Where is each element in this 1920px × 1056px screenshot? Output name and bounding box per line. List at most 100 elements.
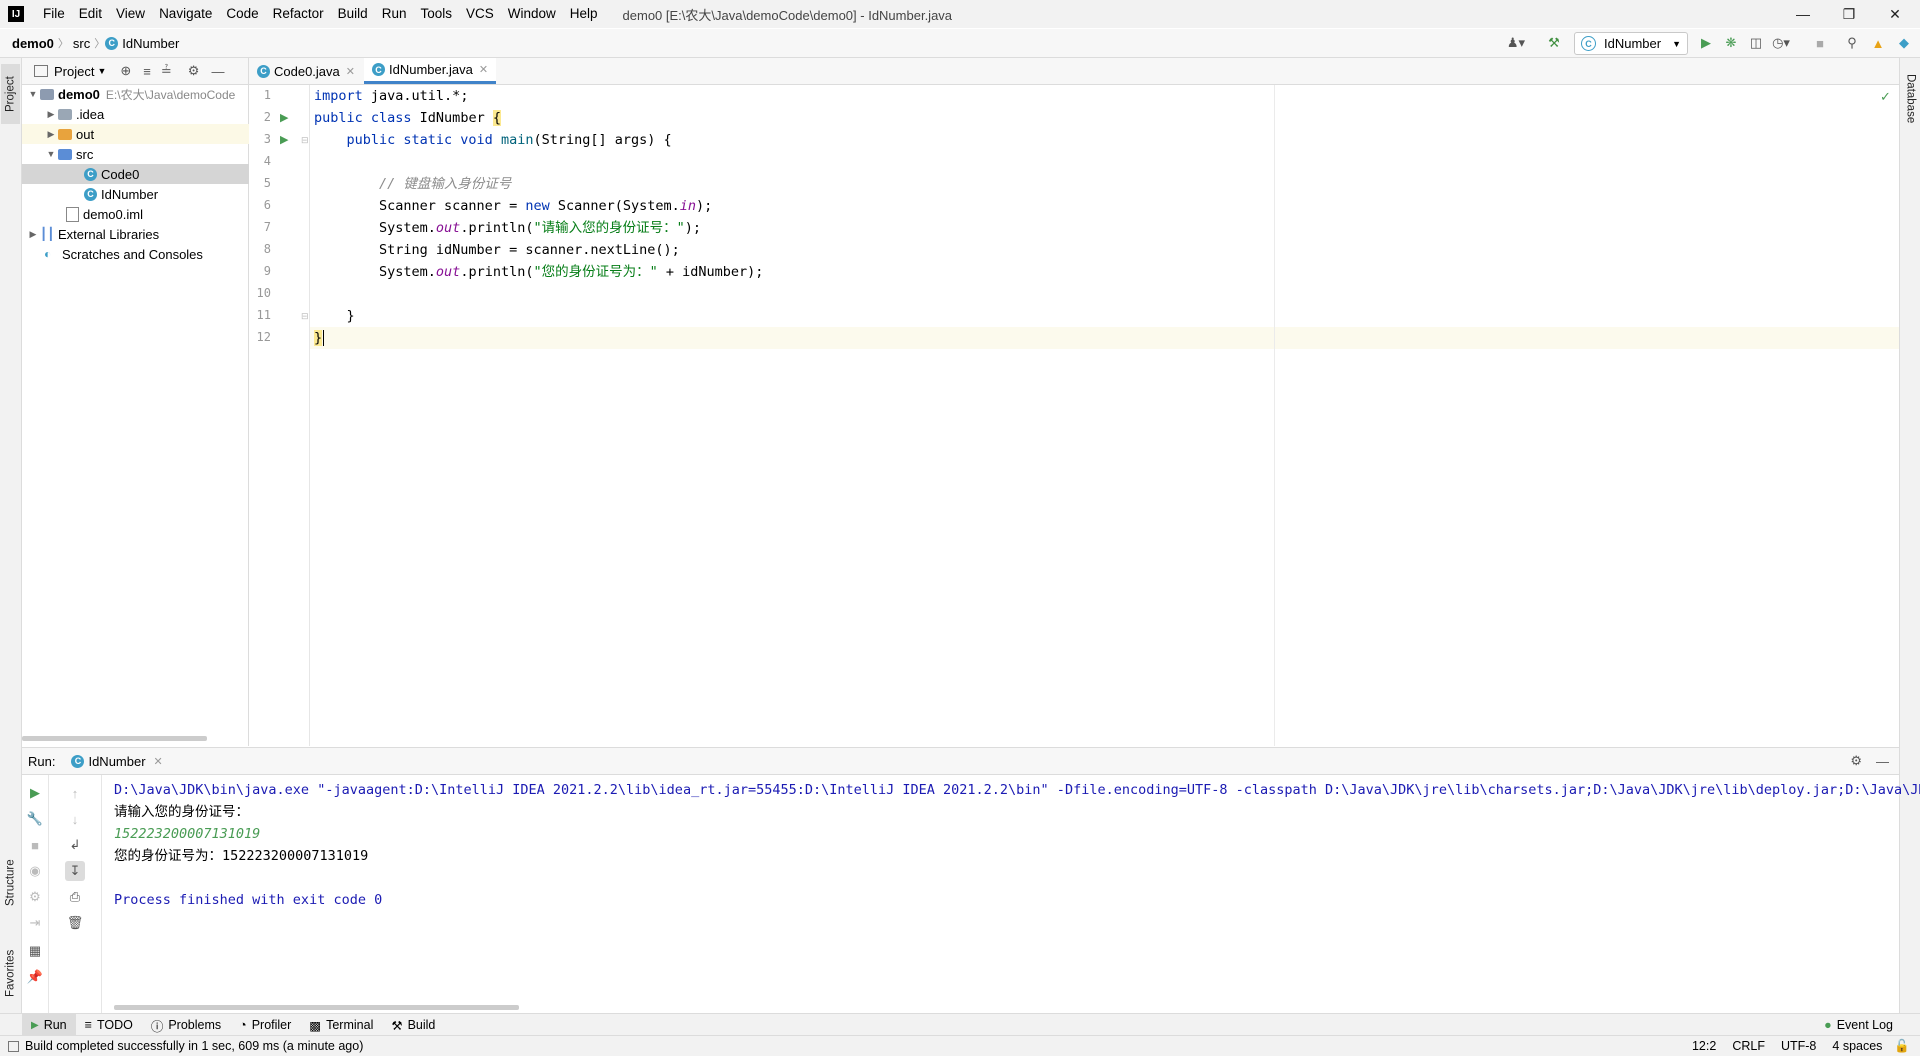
hide-panel-icon[interactable]: — — [211, 64, 224, 79]
status-message[interactable]: Build completed successfully in 1 sec, 6… — [25, 1039, 363, 1053]
tab-code0-java[interactable]: C Code0.java ✕ — [249, 58, 363, 84]
chevron-down-icon[interactable]: ▼ — [44, 149, 58, 159]
chevron-right-icon[interactable]: ▶ — [44, 129, 58, 140]
collapse-all-icon[interactable]: ≟ — [161, 63, 172, 79]
tree-item-demo0[interactable]: ▼ demo0 E:\农大\Java\demoCode — [22, 84, 252, 104]
breadcrumb-folder[interactable]: src — [69, 36, 94, 51]
menu-edit[interactable]: Edit — [72, 0, 109, 28]
menu-navigate[interactable]: Navigate — [152, 0, 219, 28]
editor-gutter: 1 2 3 4 5 6 7 8 9 10 11 12 ▶ ▶ ⊟ ⊟ — [249, 85, 310, 746]
menu-run[interactable]: Run — [375, 0, 414, 28]
structure-tool-tab[interactable]: Structure — [1, 848, 20, 918]
menu-window[interactable]: Window — [501, 0, 563, 28]
run-panel-header: Run: C IdNumber ✕ ⚙ — — [22, 748, 1899, 775]
close-tab-icon[interactable]: ✕ — [479, 63, 488, 76]
run-icon[interactable]: ▶ — [1696, 33, 1716, 53]
fold-icon[interactable]: ⊟ — [301, 135, 309, 146]
code-with-me-icon[interactable]: ◆ — [1894, 33, 1914, 53]
breadcrumb-project[interactable]: demo0 — [8, 36, 58, 51]
breadcrumb-file[interactable]: IdNumber — [122, 36, 183, 51]
chevron-right-icon[interactable]: ▶ — [44, 109, 58, 120]
search-icon[interactable]: ⚲ — [1842, 33, 1862, 53]
console-output[interactable]: D:\Java\JDK\bin\java.exe "-javaagent:D:\… — [102, 775, 1920, 1013]
database-tool-tab[interactable]: Database — [1901, 64, 1920, 134]
minimize-button[interactable]: — — [1780, 0, 1826, 28]
horizontal-scrollbar[interactable] — [22, 736, 207, 741]
pin-icon[interactable]: 📌 — [25, 967, 45, 987]
line-separator[interactable]: CRLF — [1724, 1039, 1773, 1053]
event-log-tool-button[interactable]: ● Event Log — [1815, 1014, 1902, 1036]
profiler-tool-button[interactable]: ◔ Profiler — [230, 1014, 300, 1036]
tree-item-src[interactable]: ▼ src — [22, 144, 270, 164]
arrow-down-icon[interactable]: ↓ — [65, 809, 85, 829]
stop-icon[interactable]: ■ — [25, 835, 45, 855]
horizontal-scrollbar[interactable] — [114, 1005, 519, 1010]
menu-view[interactable]: View — [109, 0, 152, 28]
menu-tools[interactable]: Tools — [413, 0, 459, 28]
toggle-tool-windows-icon[interactable] — [8, 1040, 19, 1052]
run-tool-button[interactable]: ▶ Run — [22, 1014, 76, 1036]
menu-code[interactable]: Code — [219, 0, 265, 28]
gear-icon[interactable]: ⚙ — [1850, 753, 1862, 769]
run-configuration-select[interactable]: C IdNumber ▼ — [1574, 32, 1688, 55]
code-editor[interactable]: ✓ import java.util.*; public class IdNum… — [310, 85, 1899, 746]
menu-help[interactable]: Help — [563, 0, 605, 28]
expand-all-icon[interactable]: ≡ — [143, 64, 151, 79]
close-window-button[interactable]: ✕ — [1872, 0, 1918, 28]
run-gutter-icon[interactable]: ▶ — [280, 133, 288, 146]
locate-file-icon[interactable]: ⊕ — [120, 63, 131, 79]
gear-icon[interactable]: ⚙ — [188, 63, 200, 79]
problems-tool-label: Problems — [168, 1018, 222, 1032]
project-tool-tab[interactable]: Project — [1, 64, 20, 124]
scroll-to-end-icon[interactable]: ↧ — [65, 861, 85, 881]
arrow-up-icon[interactable]: ↑ — [65, 783, 85, 803]
wrench-icon[interactable]: 🔧 — [25, 809, 45, 829]
file-encoding[interactable]: UTF-8 — [1773, 1039, 1824, 1053]
lock-icon[interactable]: 🔓 — [1890, 1039, 1920, 1054]
chevron-down-icon[interactable]: ▼ — [97, 66, 106, 76]
problems-tool-button[interactable]: ⓘ Problems — [142, 1014, 230, 1036]
inspection-ok-icon[interactable]: ✓ — [1880, 89, 1891, 105]
tab-idnumber-java[interactable]: C IdNumber.java ✕ — [364, 58, 497, 84]
profile-icon[interactable]: ◷▾ — [1771, 33, 1791, 53]
menu-build[interactable]: Build — [331, 0, 375, 28]
build-hammer-icon[interactable]: ⚒ — [1544, 33, 1564, 53]
chevron-down-icon[interactable]: ▼ — [26, 89, 40, 99]
camera-icon[interactable]: ◉ — [25, 861, 45, 881]
update-icon[interactable]: ▲ — [1868, 33, 1888, 53]
run-tab-label[interactable]: IdNumber — [88, 754, 145, 769]
hide-panel-icon[interactable]: — — [1876, 754, 1889, 769]
terminal-tool-button[interactable]: ▩ Terminal — [300, 1014, 382, 1036]
fold-icon[interactable]: ⊟ — [301, 311, 309, 322]
chevron-right-icon[interactable]: ▶ — [26, 229, 40, 240]
menu-file[interactable]: File — [36, 0, 72, 28]
indent-setting[interactable]: 4 spaces — [1824, 1039, 1890, 1053]
trash-icon[interactable]: 🗑 — [65, 913, 85, 933]
tree-item-external-libraries[interactable]: ▶ ┃┃ External Libraries — [22, 224, 252, 244]
close-tab-icon[interactable]: ✕ — [346, 65, 355, 78]
todo-tool-button[interactable]: ≡ TODO — [76, 1014, 142, 1036]
exit-icon[interactable]: ⇥ — [25, 913, 45, 933]
build-tool-button[interactable]: ⚒ Build — [382, 1014, 444, 1036]
rerun-icon[interactable]: ▶ — [25, 783, 45, 803]
tree-item-idea[interactable]: ▶ .idea — [22, 104, 270, 124]
layout-icon[interactable]: ▦ — [25, 941, 45, 961]
print-icon[interactable]: ⎙ — [65, 887, 85, 907]
restore-layout-icon[interactable]: ⚙ — [25, 887, 45, 907]
tree-item-out[interactable]: ▶ out — [22, 124, 270, 144]
caret-position[interactable]: 12:2 — [1684, 1039, 1724, 1053]
console-prompt-line: 请输入您的身份证号： — [114, 804, 249, 820]
run-gutter-icon[interactable]: ▶ — [280, 111, 288, 124]
debug-icon[interactable]: ❋ — [1721, 33, 1741, 53]
favorites-tool-tab[interactable]: Favorites — [1, 938, 20, 1008]
tree-item-scratches[interactable]: ◐ Scratches and Consoles — [22, 244, 270, 264]
soft-wrap-icon[interactable]: ↲ — [65, 835, 85, 855]
coverage-icon[interactable]: ◫ — [1746, 33, 1766, 53]
user-icon[interactable]: ♟▾ — [1506, 33, 1526, 53]
project-view-label[interactable]: Project — [54, 64, 94, 79]
menu-refactor[interactable]: Refactor — [266, 0, 331, 28]
close-tab-icon[interactable]: ✕ — [154, 755, 163, 768]
menu-vcs[interactable]: VCS — [459, 0, 501, 28]
stop-icon[interactable]: ■ — [1810, 33, 1830, 53]
restore-button[interactable]: ❐ — [1826, 0, 1872, 28]
